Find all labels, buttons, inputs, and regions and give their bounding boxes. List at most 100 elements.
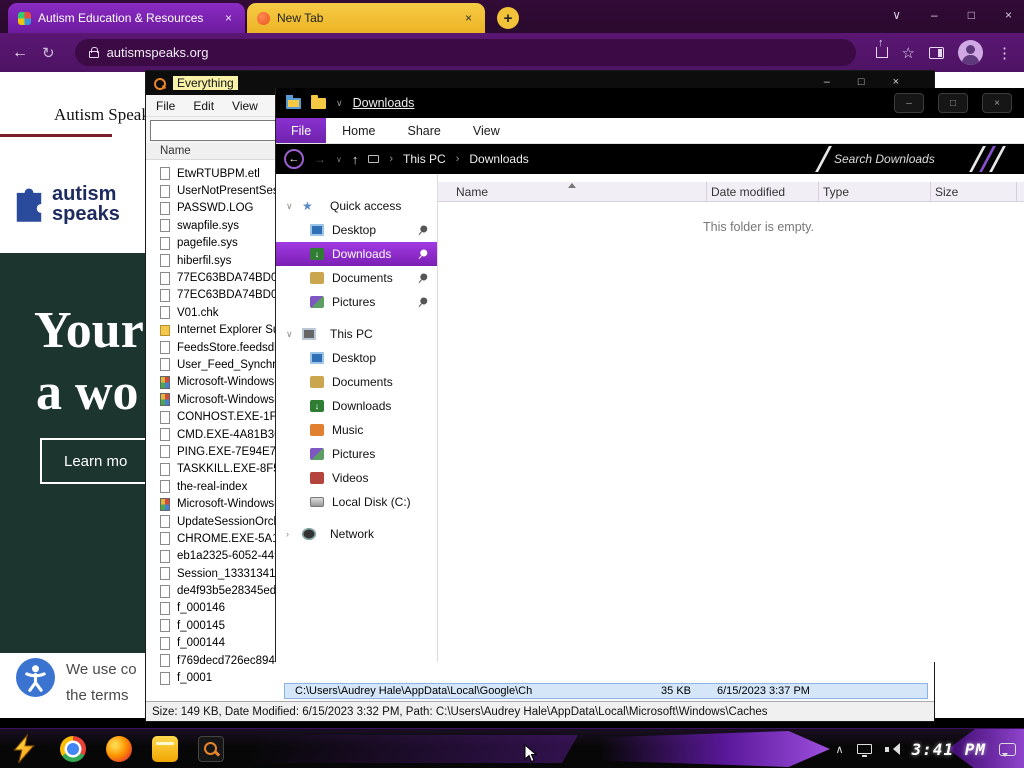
file-icon [160,567,170,581]
browser-maximize-button[interactable] [968,8,975,22]
search-icon [154,77,166,90]
ribbon-tab-file[interactable]: File [276,118,327,143]
minimize-button[interactable] [824,76,830,88]
file-name: Internet Explorer Su [177,324,280,337]
maximize-button[interactable] [858,76,865,88]
file-name: swapfile.sys [177,219,239,232]
file-explorer-window: ∨ Downloads File Home Share View ← → ∨ ↑… [275,88,1024,662]
file-icon [160,619,170,633]
sidebar-item-network[interactable]: › Network [276,522,437,546]
sidebar-item[interactable]: Desktop [276,218,437,242]
window-title: Everything [173,76,238,90]
tab-autism-education[interactable]: Autism Education & Resources [8,3,245,33]
chrome-taskbar-icon[interactable] [60,736,86,762]
tab-search-chevron-icon[interactable] [892,8,901,22]
sidebar-item[interactable]: Documents [276,266,437,290]
folder-icon [310,272,324,284]
url-field[interactable]: autismspeaks.org [74,39,856,66]
recent-locations-chevron-icon[interactable]: ∨ [336,155,342,164]
nav-forward-button[interactable]: → [314,152,326,166]
column-header-name[interactable]: Name [452,182,707,201]
column-header-date-modified[interactable]: Date modified [707,182,819,201]
chevron-expanded-icon[interactable]: ∨ [286,329,296,340]
file-name: Microsoft-Windows-S [177,393,286,406]
column-header-type[interactable]: Type [819,182,931,201]
new-tab-button[interactable]: + [497,7,519,29]
bookmark-star-icon[interactable]: ☆ [902,44,915,62]
nav-underline [0,134,112,137]
file-name: f_000145 [177,619,225,632]
sidebar-item[interactable]: Videos [276,466,437,490]
sidebar-label: This PC [330,327,373,341]
browser-menu-icon[interactable]: ⋮ [997,44,1012,62]
reload-button[interactable]: ↻ [42,44,55,62]
nav-up-button[interactable]: ↑ [352,152,359,167]
site-header-link[interactable]: Autism Speak [54,105,150,125]
sidebar-item[interactable]: Documents [276,370,437,394]
file-name: Microsoft-Windows-W [177,498,289,511]
sidebar-item-this-pc[interactable]: ∨ This PC [276,322,437,346]
minimize-button[interactable] [894,93,924,113]
start-button[interactable] [8,733,40,765]
file-explorer-taskbar-icon[interactable] [152,736,178,762]
firefox-taskbar-icon[interactable] [106,736,132,762]
sidebar-item[interactable]: Downloads [276,242,437,266]
folder-icon [310,448,324,460]
speaker-icon[interactable] [884,743,900,755]
browser-close-button[interactable] [1005,8,1012,22]
breadcrumb-this-pc[interactable]: This PC [403,152,446,166]
close-button[interactable] [893,76,899,88]
ribbon-tab-view[interactable]: View [457,118,516,143]
sidebar-item[interactable]: Music [276,418,437,442]
profile-avatar[interactable] [958,40,983,65]
url-text: autismspeaks.org [106,45,209,60]
sidebar-label: Network [330,527,375,541]
side-panel-icon[interactable] [929,46,944,59]
everything-taskbar-icon[interactable] [198,736,224,762]
file-name: FeedsStore.feedsdb- [177,341,285,354]
menu-edit[interactable]: Edit [193,99,214,113]
close-button[interactable] [982,93,1012,113]
sidebar-item[interactable]: Desktop [276,346,437,370]
this-pc-icon [368,155,380,163]
back-button[interactable]: ← [12,44,28,62]
file-icon [160,428,170,442]
sidebar-item[interactable]: Local Disk (C:) [276,490,437,514]
chevron-down-icon[interactable]: ∨ [336,98,343,109]
sidebar-item[interactable]: Pictures [276,290,437,314]
browser-minimize-button[interactable] [931,8,938,22]
window-title: Downloads [352,96,415,110]
tab-close-icon[interactable] [462,11,475,25]
selected-file-row[interactable]: C:\Users\Audrey Hale\AppData\Local\Googl… [284,683,928,699]
taskbar-clock[interactable]: 3:41 PM [912,740,986,759]
column-header-size[interactable]: Size [931,182,1017,201]
breadcrumb-downloads[interactable]: Downloads [469,152,528,166]
tab-new-tab[interactable]: New Tab [247,3,485,33]
explorer-search-input[interactable] [832,151,992,167]
sidebar-item-label: Music [332,423,364,437]
ribbon-tab-home[interactable]: Home [326,118,391,143]
tray-expand-icon[interactable]: ∧ [836,743,844,756]
sidebar-item[interactable]: Downloads [276,394,437,418]
accessibility-widget-button[interactable] [16,658,55,697]
ribbon-tab-share[interactable]: Share [392,118,457,143]
menu-file[interactable]: File [156,99,175,113]
sidebar-item[interactable]: Pictures [276,442,437,466]
file-icon [160,601,170,615]
file-icon [160,375,170,389]
menu-view[interactable]: View [232,99,258,113]
share-icon[interactable] [875,37,888,58]
theme-accent-stripe [815,146,832,172]
notifications-icon[interactable] [999,742,1016,757]
chevron-expanded-icon[interactable]: ∨ [286,201,296,212]
hero-heading-line2: a wo [36,364,139,421]
display-icon[interactable] [856,744,872,757]
nav-back-button[interactable]: ← [284,149,304,169]
chevron-collapsed-icon[interactable]: › [286,529,296,539]
tab-close-icon[interactable] [222,11,235,25]
maximize-button[interactable] [938,93,968,113]
file-name: Session_13331341 [177,567,276,580]
favicon-autism [18,11,31,25]
sidebar-item-quick-access[interactable]: ∨ Quick access [276,194,437,218]
explorer-address-bar: ← → ∨ ↑ › This PC › Downloads [276,144,1024,174]
